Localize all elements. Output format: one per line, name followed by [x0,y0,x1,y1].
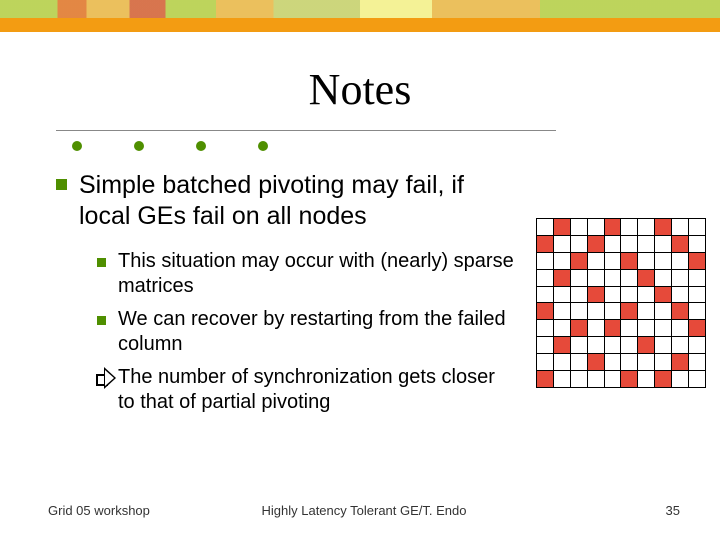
footer-center: Highly Latency Tolerant GE/T. Endo [48,503,680,518]
slide-title: Notes [0,64,720,115]
body-content: Simple batched pivoting may fail, if loc… [56,170,516,423]
decorative-dot [72,141,82,151]
bullet-text: The number of synchronization gets close… [118,365,516,415]
header-accent-bar [0,18,720,32]
square-bullet-icon [96,251,118,299]
footer: Grid 05 workshop Highly Latency Tolerant… [48,503,680,518]
bullet-level-1: Simple batched pivoting may fail, if loc… [56,170,516,233]
header-image-strip [0,0,720,18]
title-underline [56,130,556,131]
bullet-text: This situation may occur with (nearly) s… [118,249,516,299]
decorative-dot [258,141,268,151]
bullet-text: We can recover by restarting from the fa… [118,307,516,357]
decorative-dot [134,141,144,151]
square-bullet-icon [56,179,67,190]
bullet-text: Simple batched pivoting may fail, if loc… [79,170,516,233]
bullet-level-2: The number of synchronization gets close… [96,365,516,415]
slide: Notes Simple batched pivoting may fail, … [0,0,720,540]
top-decoration-bar [0,0,720,32]
decorative-dot [196,141,206,151]
sub-bullet-list: This situation may occur with (nearly) s… [96,249,516,415]
arrow-right-icon [96,367,118,415]
sparse-matrix-diagram [536,218,706,388]
bullet-level-2: This situation may occur with (nearly) s… [96,249,516,299]
bullet-level-2: We can recover by restarting from the fa… [96,307,516,357]
square-bullet-icon [96,309,118,357]
